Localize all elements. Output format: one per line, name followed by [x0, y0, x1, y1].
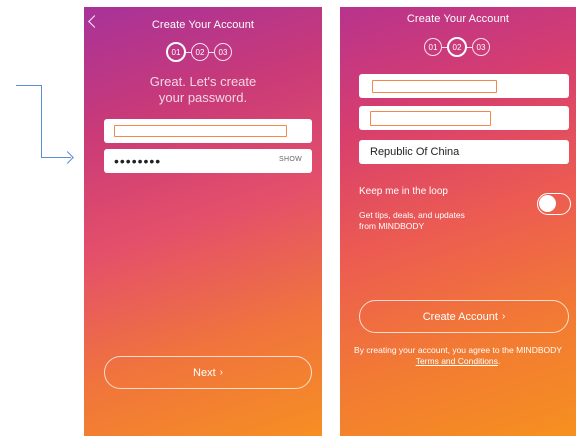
tips-description: Get tips, deals, and updates from MINDBO… [359, 210, 465, 231]
redacted-first-name [372, 80, 497, 93]
keep-in-loop-label: Keep me in the loop [359, 186, 448, 197]
step-3: 03 [214, 43, 232, 61]
create-account-button[interactable]: Create Account › [359, 300, 569, 333]
step-2: 02 [447, 37, 467, 57]
terms-link[interactable]: Terms and Conditions [416, 356, 498, 366]
redacted-email [114, 125, 287, 137]
legal-text: By creating your account, you agree to t… [350, 345, 566, 367]
country-select[interactable]: Republic Of China [359, 140, 569, 164]
next-button-label: Next [193, 366, 216, 379]
screen-title: Create Your Account [406, 13, 510, 25]
screen-title: Create Your Account [151, 19, 255, 31]
step-1: 01 [166, 42, 186, 62]
arrow-segment [16, 85, 42, 86]
country-value: Republic Of China [370, 146, 460, 158]
email-field[interactable] [104, 119, 312, 143]
chevron-right-icon: › [219, 367, 223, 378]
chevron-right-icon: › [501, 311, 506, 322]
toggle-knob [539, 195, 556, 212]
newsletter-toggle[interactable] [537, 193, 571, 215]
last-name-field[interactable] [359, 106, 569, 130]
redacted-last-name [370, 111, 491, 126]
legal-suffix: . [497, 356, 501, 366]
account-details-screen: Create Your Account 01 02 03 Republic Of… [340, 7, 576, 436]
password-field[interactable]: •••••••• SHOW [104, 149, 312, 173]
password-mask: •••••••• [114, 153, 162, 169]
show-password-button[interactable]: SHOW [279, 156, 302, 163]
step-1: 01 [424, 38, 442, 56]
first-name-field[interactable] [359, 74, 569, 98]
legal-prefix: By creating your account, you agree to t… [354, 345, 562, 355]
password-screen: Create Your Account 01 02 03 Great. Let'… [84, 7, 322, 436]
step-indicator: 01 02 03 [424, 37, 490, 57]
step-3: 03 [472, 38, 490, 56]
step-indicator: 01 02 03 [166, 42, 232, 62]
arrow-head [61, 151, 74, 164]
next-button[interactable]: Next › [104, 356, 312, 389]
step-2: 02 [191, 43, 209, 61]
create-account-label: Create Account [422, 310, 498, 323]
screen-subtitle: Great. Let's create your password. [149, 74, 257, 105]
arrow-segment [41, 85, 42, 158]
